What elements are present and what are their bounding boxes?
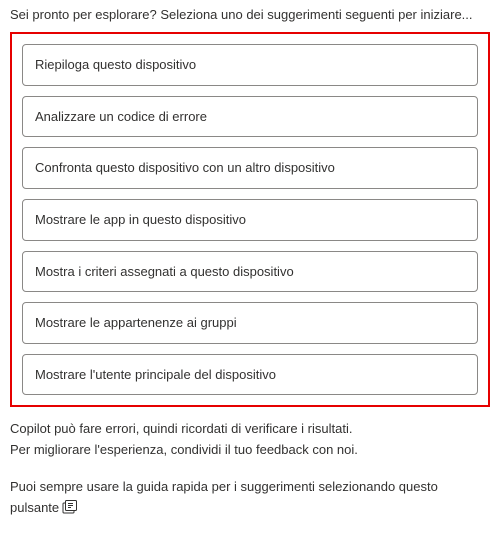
intro-text: Sei pronto per esplorare? Seleziona uno … <box>10 6 490 24</box>
suggestion-compare-device[interactable]: Confronta questo dispositivo con un altr… <box>22 147 478 189</box>
suggestion-show-group-memberships[interactable]: Mostrare le appartenenze ai gruppi <box>22 302 478 344</box>
suggestion-show-policies[interactable]: Mostra i criteri assegnati a questo disp… <box>22 251 478 293</box>
copilot-suggestions-panel: Sei pronto per esplorare? Seleziona uno … <box>0 0 500 529</box>
suggestion-show-apps[interactable]: Mostrare le app in questo dispositivo <box>22 199 478 241</box>
disclaimer-line-2: Per migliorare l'esperienza, condividi i… <box>10 442 358 457</box>
suggestion-analyze-error-code[interactable]: Analizzare un codice di errore <box>22 96 478 138</box>
disclaimer-line-1: Copilot può fare errori, quindi ricordat… <box>10 421 352 436</box>
guide-hint: Puoi sempre usare la guida rapida per i … <box>10 477 490 519</box>
suggestion-show-primary-user[interactable]: Mostrare l'utente principale del disposi… <box>22 354 478 396</box>
suggestions-container: Riepiloga questo dispositivo Analizzare … <box>10 32 490 407</box>
prompt-guide-icon <box>61 500 77 516</box>
disclaimer-text: Copilot può fare errori, quindi ricordat… <box>10 419 490 461</box>
suggestion-summarize-device[interactable]: Riepiloga questo dispositivo <box>22 44 478 86</box>
